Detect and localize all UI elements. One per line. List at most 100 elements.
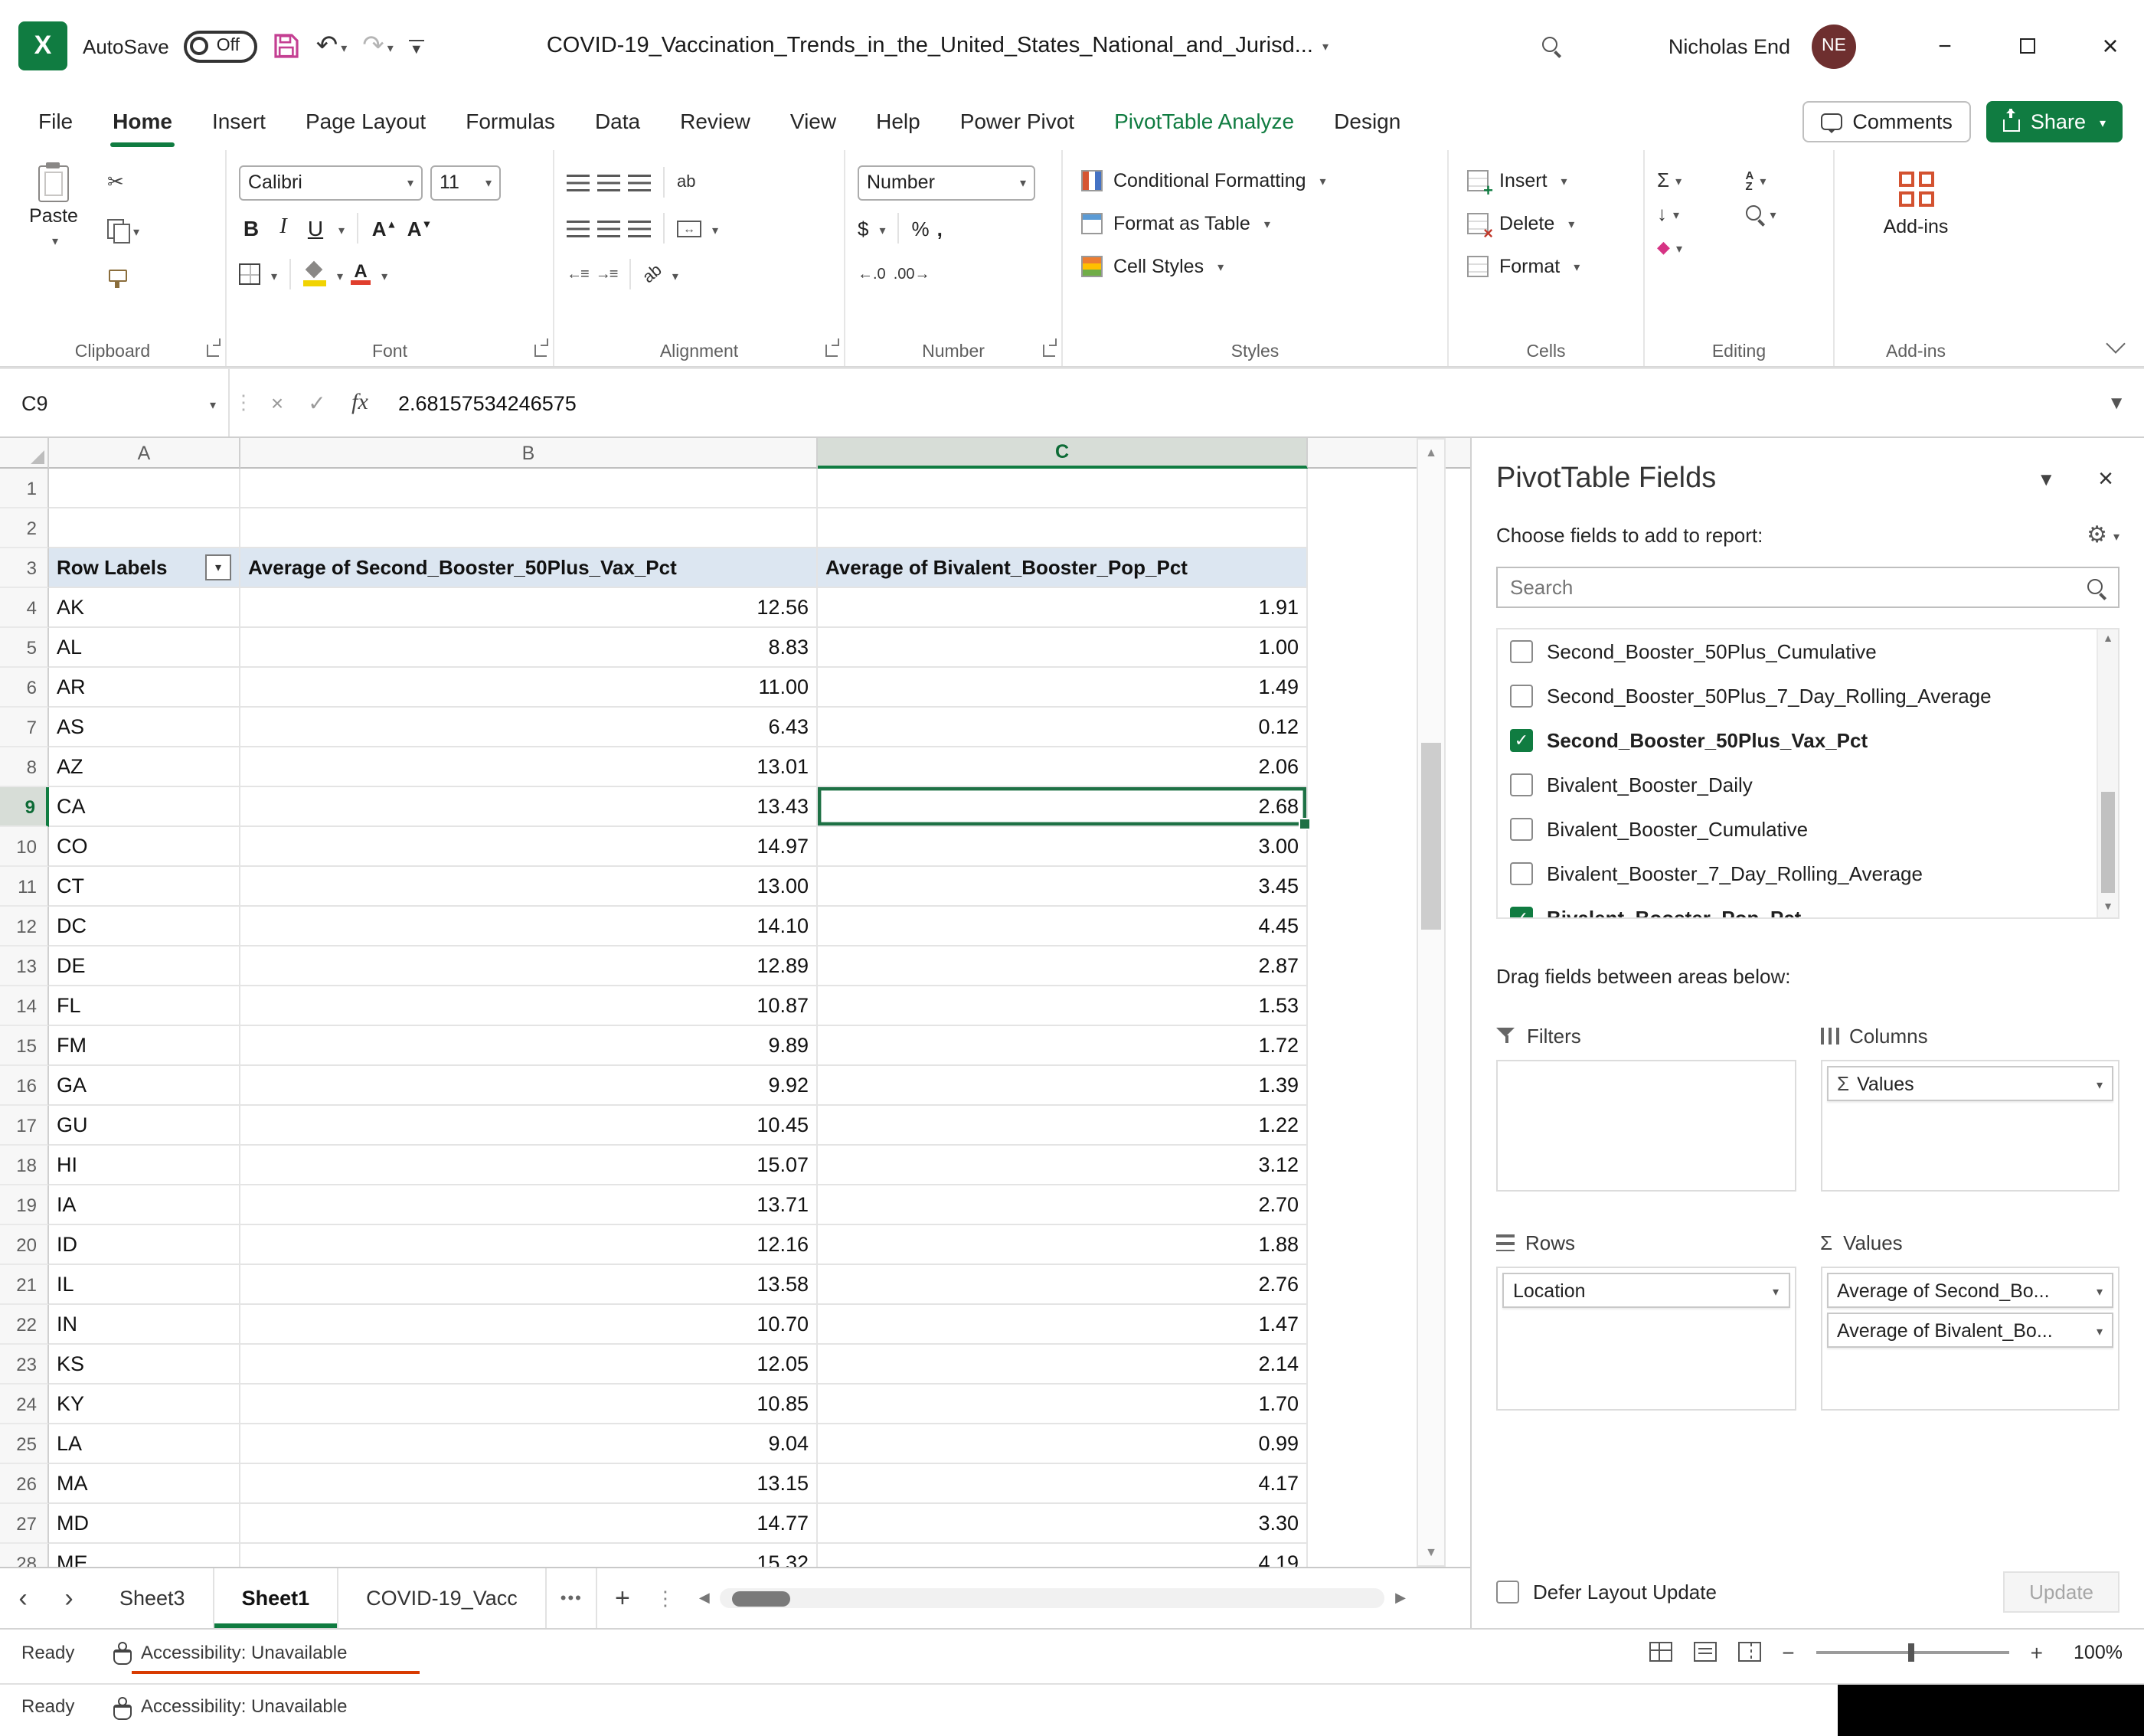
cell-b11[interactable]: 13.00 — [240, 867, 818, 907]
sheet-tab-sheet1[interactable]: Sheet1 — [214, 1568, 339, 1628]
cell-c25[interactable]: 0.99 — [818, 1424, 1308, 1464]
row-header-13[interactable]: 13 — [0, 946, 49, 986]
format-painter-button[interactable] — [107, 260, 139, 294]
align-bottom-button[interactable] — [628, 174, 651, 191]
sheet-menu-icon[interactable]: ⋮ — [647, 1568, 684, 1628]
cell-a6[interactable]: AR — [49, 668, 240, 708]
clipboard-dialog-launcher[interactable] — [207, 345, 219, 357]
cell-a21[interactable]: IL — [49, 1265, 240, 1305]
horizontal-scrollbar-thumb[interactable] — [733, 1591, 791, 1606]
field-checkbox[interactable] — [1510, 818, 1533, 841]
row-header-18[interactable]: 18 — [0, 1146, 49, 1185]
cell-a26[interactable]: MA — [49, 1464, 240, 1504]
next-sheet-button[interactable]: › — [46, 1568, 92, 1628]
row-header-7[interactable]: 7 — [0, 708, 49, 747]
cell-c8[interactable]: 2.06 — [818, 747, 1308, 787]
field-item[interactable]: Bivalent_Booster_Cumulative — [1498, 807, 2097, 852]
align-center-button[interactable] — [597, 220, 620, 237]
save-button[interactable] — [273, 32, 301, 60]
percent-style-button[interactable]: % — [912, 217, 930, 240]
row-header-16[interactable]: 16 — [0, 1066, 49, 1106]
pivot-header-c[interactable]: Average of Bivalent_Booster_Pop_Pct — [818, 548, 1308, 588]
search-input[interactable] — [1510, 576, 2087, 599]
column-header-c[interactable]: C — [818, 438, 1308, 469]
customize-quick-access-button[interactable]: ▼ — [409, 39, 424, 53]
cell-b26[interactable]: 13.15 — [240, 1464, 818, 1504]
cell-b18[interactable]: 15.07 — [240, 1146, 818, 1185]
cell-b27[interactable]: 14.77 — [240, 1504, 818, 1544]
cell-b24[interactable]: 10.85 — [240, 1385, 818, 1424]
conditional-formatting-button[interactable]: Conditional Formatting — [1075, 159, 1435, 202]
cell-c24[interactable]: 1.70 — [818, 1385, 1308, 1424]
row-header-4[interactable]: 4 — [0, 588, 49, 628]
sort-filter-button[interactable]: AZ — [1745, 168, 1821, 191]
cell-c6[interactable]: 1.49 — [818, 668, 1308, 708]
excel-logo-icon[interactable]: X — [18, 21, 67, 70]
decrease-indent-button[interactable]: ←≡ — [567, 266, 588, 283]
cell-b21[interactable]: 13.58 — [240, 1265, 818, 1305]
document-title[interactable]: COVID-19_Vaccination_Trends_in_the_Unite… — [547, 34, 1329, 58]
insert-function-button[interactable]: fx — [337, 390, 383, 416]
row-header-6[interactable]: 6 — [0, 668, 49, 708]
rows-area-box[interactable]: Location — [1496, 1267, 1796, 1411]
align-left-button[interactable] — [567, 220, 590, 237]
row-header-10[interactable]: 10 — [0, 827, 49, 867]
font-dialog-launcher[interactable] — [534, 345, 547, 357]
zoom-level[interactable]: 100% — [2064, 1641, 2123, 1662]
defer-layout-checkbox[interactable] — [1496, 1581, 1519, 1604]
cell-b20[interactable]: 12.16 — [240, 1225, 818, 1265]
cell-b19[interactable]: 13.71 — [240, 1185, 818, 1225]
row-header-26[interactable]: 26 — [0, 1464, 49, 1504]
scroll-down-icon[interactable]: ▼ — [2098, 902, 2118, 913]
cell-b9[interactable]: 13.43 — [240, 787, 818, 827]
previous-sheet-button[interactable]: ‹ — [0, 1568, 46, 1628]
ribbon-tab-formulas[interactable]: Formulas — [446, 92, 575, 150]
zoom-slider[interactable] — [1816, 1650, 2009, 1653]
cell-c4[interactable]: 1.91 — [818, 588, 1308, 628]
cell-a22[interactable]: IN — [49, 1305, 240, 1345]
cancel-entry-button[interactable]: × — [257, 391, 297, 415]
cell-a24[interactable]: KY — [49, 1385, 240, 1424]
cell-b4[interactable]: 12.56 — [240, 588, 818, 628]
cell-a18[interactable]: HI — [49, 1146, 240, 1185]
field-checkbox[interactable]: ✓ — [1510, 729, 1533, 752]
accessibility-status[interactable]: Accessibility: Unavailable — [141, 1641, 347, 1662]
filters-area-box[interactable] — [1496, 1060, 1796, 1192]
cell-b23[interactable]: 12.05 — [240, 1345, 818, 1385]
row-header-22[interactable]: 22 — [0, 1305, 49, 1345]
number-format-combo[interactable]: Number — [858, 165, 1035, 200]
sheet-tab-sheet3[interactable]: Sheet3 — [92, 1568, 214, 1628]
select-all-button[interactable] — [0, 438, 49, 469]
name-box[interactable]: C9 — [0, 369, 230, 436]
ribbon-tab-data[interactable]: Data — [575, 92, 660, 150]
number-dialog-launcher[interactable] — [1043, 345, 1055, 357]
cell-b22[interactable]: 10.70 — [240, 1305, 818, 1345]
accounting-format-button[interactable]: $ — [858, 217, 868, 240]
cell-c19[interactable]: 2.70 — [818, 1185, 1308, 1225]
decrease-decimal-button[interactable]: .00→ — [894, 266, 930, 283]
scroll-left-icon[interactable]: ◀ — [699, 1590, 710, 1607]
vertical-scrollbar-thumb[interactable] — [1421, 743, 1441, 930]
orientation-button[interactable]: ab — [639, 261, 665, 287]
column-header-b[interactable]: B — [240, 438, 818, 469]
copy-button[interactable] — [107, 213, 139, 247]
comma-style-button[interactable]: , — [937, 217, 943, 240]
row-header-17[interactable]: 17 — [0, 1106, 49, 1146]
zoom-slider-thumb[interactable] — [1908, 1643, 1914, 1661]
font-size-combo[interactable]: 11 — [430, 165, 501, 200]
scroll-down-icon[interactable]: ▼ — [1418, 1545, 1444, 1559]
field-checkbox[interactable] — [1510, 640, 1533, 663]
redo-button[interactable]: ↷ — [362, 31, 394, 61]
scroll-up-icon[interactable]: ▲ — [2098, 634, 2118, 645]
find-select-button[interactable] — [1745, 202, 1821, 225]
comments-button[interactable]: Comments — [1802, 100, 1971, 142]
zoom-out-button[interactable]: − — [1782, 1640, 1794, 1664]
row-header-8[interactable]: 8 — [0, 747, 49, 787]
cell-c12[interactable]: 4.45 — [818, 907, 1308, 946]
field-checkbox[interactable] — [1510, 685, 1533, 708]
row-header-25[interactable]: 25 — [0, 1424, 49, 1464]
paste-button[interactable]: Paste — [12, 159, 95, 300]
cell-a4[interactable]: AK — [49, 588, 240, 628]
cell-a13[interactable]: DE — [49, 946, 240, 986]
cell-a12[interactable]: DC — [49, 907, 240, 946]
